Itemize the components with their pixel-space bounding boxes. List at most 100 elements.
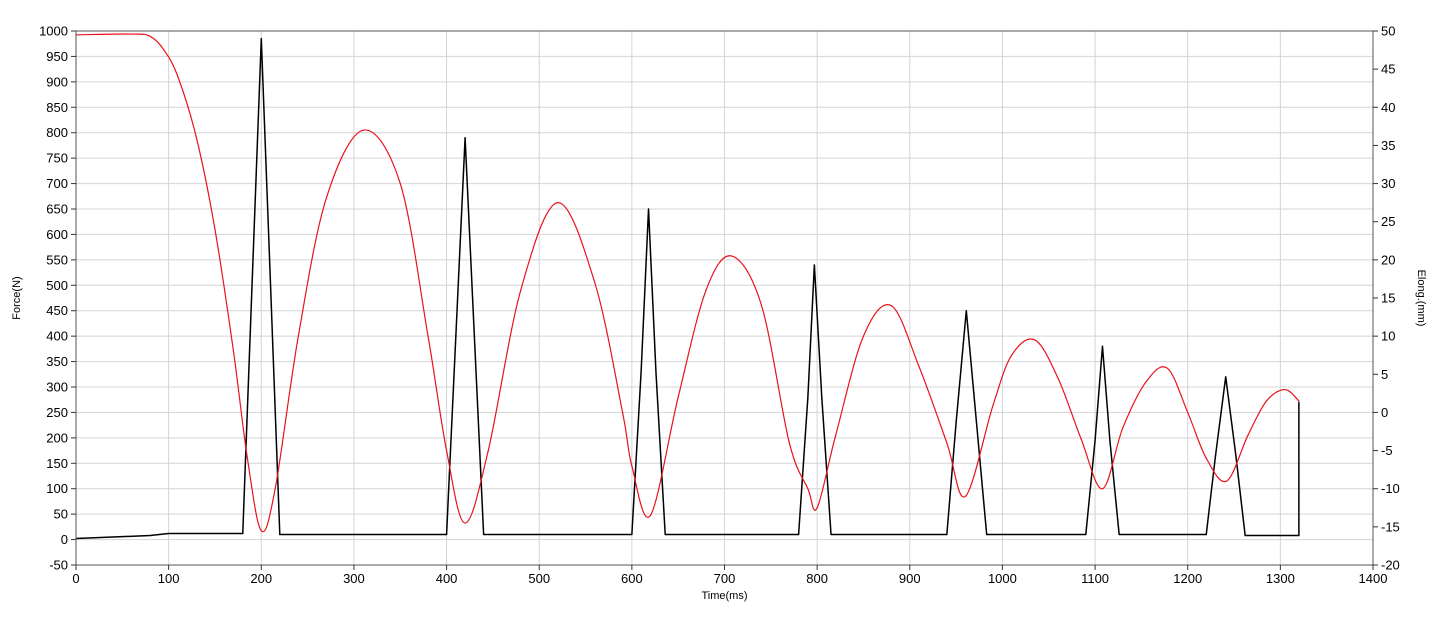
y-right-axis-title: Elong.(mm) — [1415, 270, 1427, 327]
x-tick-label: 700 — [714, 571, 736, 586]
x-tick-label: 1200 — [1173, 571, 1202, 586]
y-left-tick-label: -50 — [49, 558, 68, 573]
data-point-elongation — [487, 449, 489, 452]
data-point-elongation — [621, 411, 624, 414]
y-left-tick-label: 400 — [46, 329, 68, 344]
y-left-tick-label: 600 — [46, 227, 68, 242]
data-point-elongation — [399, 182, 401, 185]
y-right-tick-label: 20 — [1381, 252, 1395, 267]
x-tick-label: 900 — [899, 571, 921, 586]
data-point-elongation — [631, 465, 633, 467]
data-point-elongation — [1080, 438, 1082, 440]
data-point-force — [813, 264, 815, 266]
y-left-tick-label: 850 — [46, 100, 68, 115]
data-point-force — [473, 335, 475, 337]
data-point-elongation — [705, 289, 707, 291]
data-point-force — [1298, 401, 1300, 403]
data-point-force — [986, 533, 988, 536]
data-point-elongation — [788, 442, 790, 444]
data-point-elongation — [232, 350, 235, 352]
data-point-elongation — [246, 457, 248, 459]
data-point-force — [655, 371, 657, 373]
data-point-elongation — [557, 202, 559, 204]
data-point-force — [830, 533, 832, 536]
data-point-elongation — [1205, 457, 1207, 459]
data-point-force — [1109, 439, 1111, 441]
data-point-elongation — [594, 282, 596, 284]
x-tick-label: 800 — [806, 571, 828, 586]
data-point-force — [1085, 533, 1087, 536]
data-point-elongation — [1145, 381, 1147, 383]
data-point-elongation — [1247, 434, 1249, 436]
y-left-tick-label: 300 — [46, 380, 68, 395]
data-point-force — [279, 533, 281, 536]
y-right-tick-label: 15 — [1381, 291, 1395, 306]
y-left-tick-label: 950 — [46, 49, 68, 64]
data-point-force — [798, 533, 800, 536]
data-point-elongation — [163, 49, 165, 51]
y-left-tick-label: 800 — [46, 125, 68, 140]
y-left-tick-label: 650 — [46, 202, 68, 217]
data-point-elongation — [807, 488, 809, 490]
x-tick-label: 0 — [72, 571, 79, 586]
y-right-tick-label: -10 — [1381, 481, 1400, 496]
data-point-force — [455, 335, 457, 337]
y-right-tick-label: 35 — [1381, 138, 1395, 153]
x-tick-label: 1300 — [1266, 571, 1295, 586]
data-point-force — [1205, 533, 1207, 536]
y-left-tick-label: 100 — [46, 481, 68, 496]
y-right-tick-label: 10 — [1381, 329, 1395, 344]
data-point-elongation — [890, 305, 892, 307]
y-left-tick-label: 150 — [46, 456, 68, 471]
y-left-tick-label: 700 — [46, 176, 68, 191]
data-point-elongation — [325, 198, 327, 200]
x-tick-label: 1400 — [1359, 571, 1388, 586]
data-point-force — [251, 284, 253, 286]
data-point-elongation — [520, 289, 522, 291]
data-point-force — [260, 38, 262, 40]
y-left-tick-label: 500 — [46, 278, 68, 293]
data-point-elongation — [464, 522, 466, 524]
data-point-elongation — [946, 442, 948, 444]
x-tick-label: 200 — [250, 571, 272, 586]
x-tick-label: 300 — [343, 571, 365, 586]
x-tick-label: 1100 — [1081, 571, 1109, 586]
data-point-force — [1094, 439, 1096, 441]
data-point-force — [965, 310, 967, 312]
data-point-elongation — [677, 396, 679, 398]
data-point-force — [946, 533, 948, 536]
x-tick-label: 100 — [158, 571, 180, 586]
data-point-elongation — [445, 449, 448, 452]
data-point-elongation — [1122, 427, 1124, 429]
y-left-tick-label: 750 — [46, 151, 68, 166]
y-left-tick-label: 900 — [46, 74, 68, 89]
data-point-force — [149, 534, 151, 537]
data-point-force — [269, 284, 272, 286]
chart-container: 0 100 200 300 400 500 600 700 800 900 1000 1100 1200… — [0, 0, 1443, 625]
y-left-tick-label: 450 — [46, 303, 68, 318]
y-right-tick-label: 50 — [1381, 24, 1395, 39]
data-point-force — [168, 532, 170, 535]
data-point-elongation — [274, 488, 276, 490]
data-point-elongation — [260, 530, 262, 532]
x-tick-label: 1000 — [988, 571, 1017, 586]
data-point-force — [1118, 533, 1120, 536]
data-point-force — [1235, 455, 1237, 457]
data-point-force — [640, 371, 642, 373]
y-right-tick-label: 0 — [1381, 405, 1388, 420]
y-left-tick-label: 50 — [54, 507, 68, 522]
dual-axis-line-chart: 0 100 200 300 400 500 600 700 800 900 1000 1100 1200… — [11, 24, 1427, 603]
data-point-elongation — [177, 76, 179, 78]
data-point-elongation — [964, 495, 966, 497]
data-point-elongation — [1034, 339, 1036, 341]
data-point-elongation — [649, 514, 651, 517]
data-point-elongation — [214, 228, 216, 230]
data-point-force — [975, 422, 978, 424]
y-right-tick-label: 30 — [1381, 176, 1395, 191]
y-left-tick-label: 200 — [46, 430, 68, 445]
data-point-force — [1101, 345, 1104, 347]
data-point-elongation — [130, 33, 133, 35]
y-right-tick-label: 5 — [1381, 367, 1388, 382]
y-right-axis-ticks: -20 -15 -10 -5 0 5 10 15 20 25 30 35 40 45 50 — [1373, 24, 1400, 573]
data-point-elongation — [195, 137, 198, 139]
